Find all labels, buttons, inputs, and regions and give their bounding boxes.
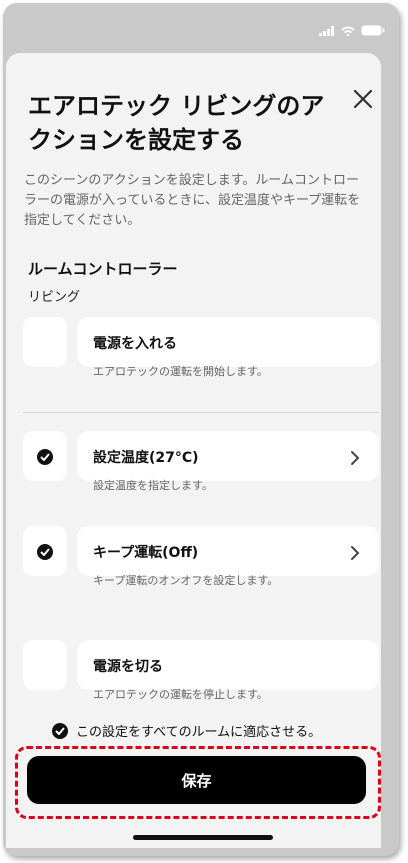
action-description: 設定温度を指定します。	[93, 479, 213, 492]
action-card-keep-mode[interactable]: キープ運転(Off) キープ運転のオンオフを設定します。	[77, 526, 379, 587]
action-description: キープ運転のオンオフを設定します。	[93, 574, 279, 587]
status-bar	[319, 25, 385, 36]
description-text: このシーンのアクションを設定します。ルームコントローラーの電源が入っているときに…	[24, 173, 361, 228]
chevron-right-icon	[351, 451, 360, 465]
close-icon[interactable]	[351, 87, 375, 111]
action-description: エアロテックの運転を開始します。	[93, 365, 268, 378]
apply-all-label: この設定をすべてのルームに適応させる。	[76, 725, 322, 740]
section-title: ルームコントローラー	[28, 260, 178, 278]
action-sheet: エアロテック リビングのアクションを設定する このシーンのアクションを設定します…	[6, 53, 381, 848]
action-card-set-temperature[interactable]: 設定温度(27°C) 設定温度を指定します。	[77, 431, 379, 492]
checkbox-set-temperature[interactable]	[23, 431, 67, 481]
apply-all-rooms-checkbox[interactable]: この設定をすべてのルームに適応させる。	[52, 721, 321, 740]
checkbox-power-off[interactable]	[23, 640, 67, 690]
checkbox-power-on[interactable]	[23, 317, 67, 367]
action-title: 電源を切る	[93, 659, 163, 675]
check-icon	[52, 722, 68, 739]
battery-icon	[361, 25, 385, 36]
action-title: 電源を入れる	[93, 336, 177, 352]
check-icon	[37, 544, 53, 560]
check-icon	[37, 449, 53, 465]
action-card-power-on[interactable]: 電源を入れる エアロテックの運転を開始します。	[77, 317, 379, 378]
home-indicator	[133, 835, 273, 840]
action-title: キープ運転(Off)	[93, 545, 199, 561]
checkbox-keep-mode[interactable]	[23, 526, 67, 576]
divider	[23, 412, 379, 413]
chevron-right-icon	[351, 546, 360, 560]
action-card-power-off[interactable]: 電源を切る エアロテックの運転を停止します。	[77, 640, 379, 701]
action-description: エアロテックの運転を停止します。	[93, 688, 268, 701]
save-button[interactable]: 保存	[27, 756, 366, 804]
action-title: 設定温度(27°C)	[93, 450, 199, 466]
signal-icon	[319, 25, 334, 36]
page-title: エアロテック リビングのアクションを設定する	[28, 92, 325, 154]
device-frame: エアロテック リビングのアクションを設定する このシーンのアクションを設定します…	[3, 3, 399, 856]
room-label: リビング	[28, 290, 81, 305]
wifi-icon	[341, 26, 355, 36]
